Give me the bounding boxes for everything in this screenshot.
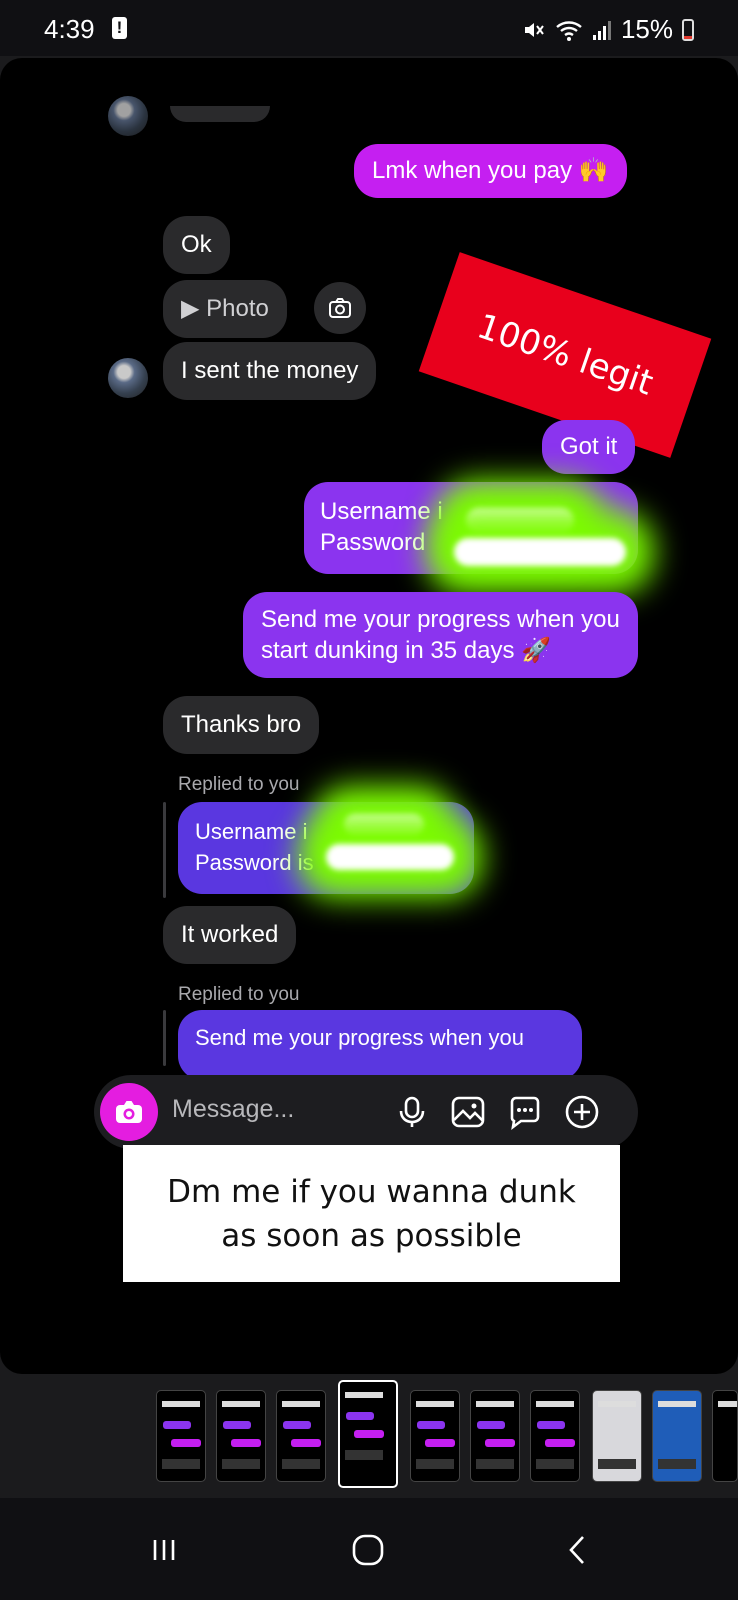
home-button[interactable] (346, 1528, 390, 1572)
reply-label: Replied to you (178, 984, 300, 1005)
message-lmk[interactable]: Lmk when you pay 🙌 (354, 144, 627, 198)
screenshot-thumbnail[interactable] (470, 1390, 520, 1482)
legit-text: 100% legit (472, 306, 658, 404)
contact-avatar-top[interactable] (108, 96, 148, 136)
redaction-scribble (326, 844, 454, 870)
camera-icon (329, 298, 351, 318)
photo-label: ▶ Photo (181, 295, 269, 322)
message-thanks[interactable]: Thanks bro (163, 696, 320, 754)
screenshot-thumbnail[interactable] (712, 1390, 738, 1482)
status-bar: 4:39 ! 15% (0, 0, 738, 56)
alert-icon: ! (112, 17, 127, 39)
screenshot-thumbnail[interactable] (156, 1390, 206, 1482)
message-composer: Message... (94, 1075, 638, 1149)
sticker-icon[interactable] (507, 1094, 543, 1130)
reply-quote-bar (163, 802, 166, 898)
message-text: Send me your progress when you start dun… (261, 606, 620, 664)
recents-icon (153, 1540, 175, 1560)
caption-text: Dm me if you wanna dunk as soon as possi… (167, 1173, 576, 1254)
caption-sticker: Dm me if you wanna dunk as soon as possi… (123, 1145, 620, 1282)
message-worked[interactable]: It worked (163, 906, 297, 964)
recents-button[interactable] (142, 1528, 186, 1572)
message-text: Lmk when you pay 🙌 (372, 157, 609, 184)
message-input[interactable]: Message... (172, 1095, 294, 1124)
message-text: I sent the money (181, 357, 359, 384)
screenshot-thumbnail-selected[interactable] (338, 1380, 398, 1488)
battery-percent: 15% (620, 14, 673, 44)
quoted-text: Send me your progress when you (195, 1025, 524, 1050)
mute-icon (524, 22, 544, 37)
screenshot-thumbnail[interactable] (652, 1390, 702, 1482)
camera-icon (116, 1101, 142, 1123)
message-ok[interactable]: Ok (163, 216, 230, 274)
message-text: Got it (560, 433, 618, 460)
cut-off-message (170, 106, 270, 122)
message-sent-money[interactable]: I sent the money (163, 342, 377, 400)
screenshot-thumbnail[interactable] (592, 1390, 642, 1482)
screenshot-thumbnail[interactable] (276, 1390, 326, 1482)
battery-icon (682, 18, 694, 41)
mic-icon[interactable] (394, 1094, 430, 1130)
screenshot-thumbnail[interactable] (530, 1390, 580, 1482)
redaction-scribble (454, 538, 626, 566)
message-text: It worked (181, 921, 279, 948)
message-got-it[interactable]: Got it (542, 420, 636, 474)
redaction-scribble (466, 508, 574, 534)
screenshot-thumbnail[interactable] (410, 1390, 460, 1482)
chat-screen[interactable]: Lmk when you pay 🙌 Ok ▶ Photo I sent the… (0, 58, 738, 1374)
reply-quote-bar (163, 1010, 166, 1066)
quoted-progress[interactable]: Send me your progress when you (178, 1010, 582, 1080)
message-text: Thanks bro (181, 711, 302, 738)
recent-screenshots-tray (0, 1374, 738, 1498)
screenshot-thumbnail[interactable] (216, 1390, 266, 1482)
message-progress[interactable]: Send me your progress when you start dun… (243, 592, 638, 678)
gallery-icon[interactable] (450, 1094, 486, 1130)
home-icon (352, 1534, 384, 1566)
camera-reply-button[interactable] (314, 282, 366, 334)
wifi-icon (556, 20, 582, 41)
plus-icon[interactable] (564, 1094, 600, 1130)
redaction-scribble (344, 814, 424, 836)
status-icons: 15% (522, 14, 694, 45)
back-icon (569, 1536, 584, 1564)
camera-button[interactable] (100, 1083, 158, 1141)
photo-message[interactable]: ▶ Photo (163, 280, 287, 338)
signal-icon (592, 20, 611, 40)
reply-label: Replied to you (178, 774, 300, 795)
system-nav-bar (0, 1498, 738, 1600)
contact-avatar[interactable] (108, 358, 148, 398)
message-text: Ok (181, 231, 212, 258)
back-button[interactable] (556, 1528, 600, 1572)
status-time: 4:39 (44, 14, 95, 44)
